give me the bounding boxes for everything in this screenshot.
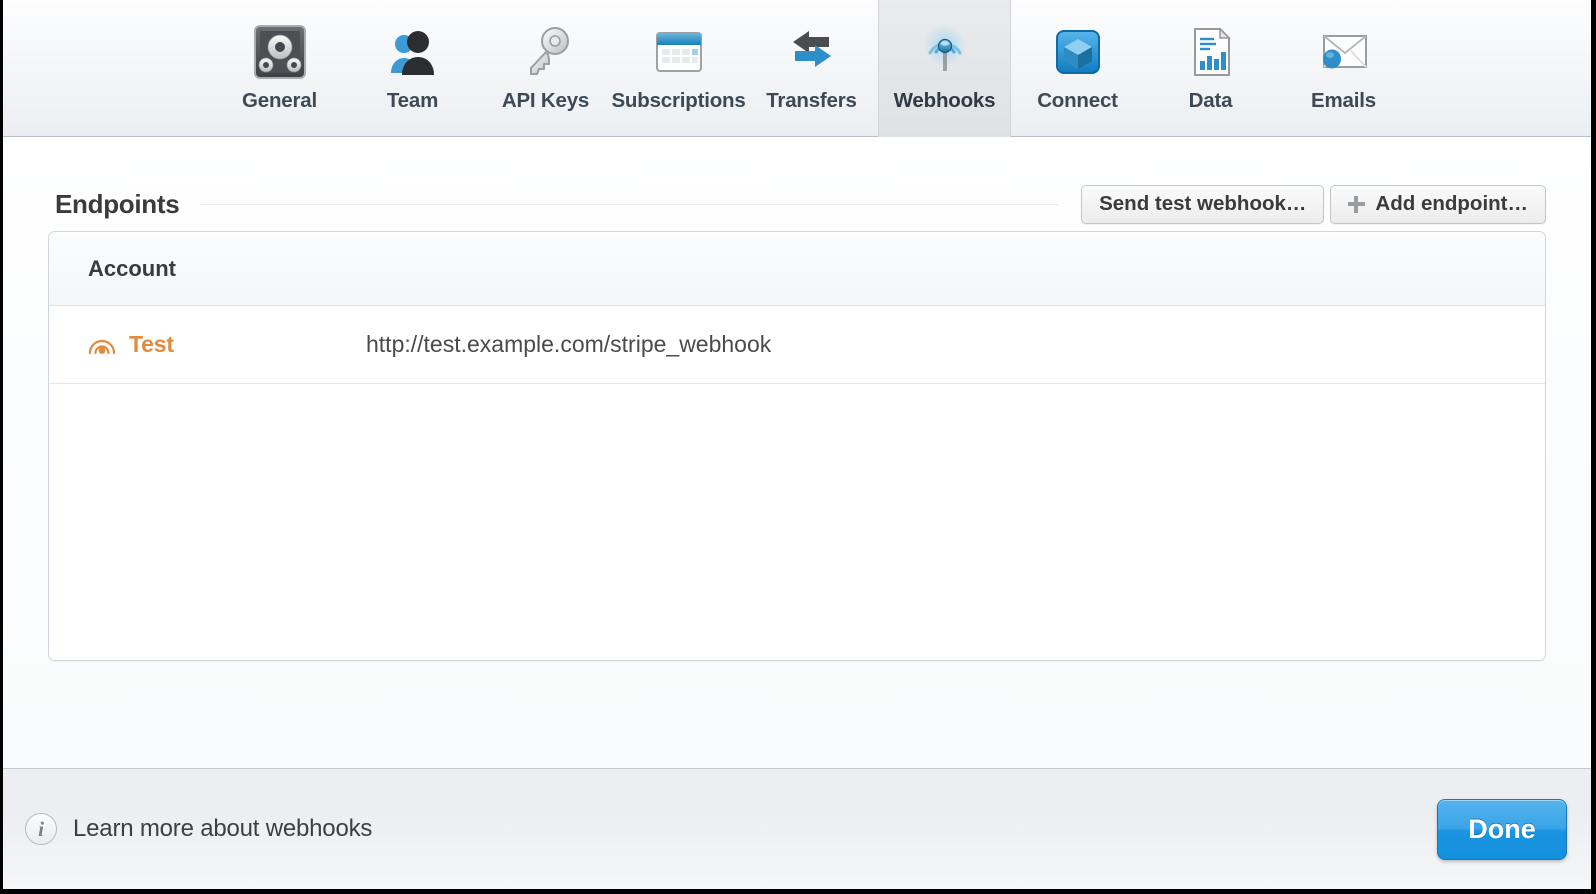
tab-subscriptions[interactable]: Subscriptions	[611, 0, 746, 137]
tab-label: API Keys	[501, 89, 590, 112]
broadcast-icon	[914, 21, 976, 83]
content-area: Endpoints Send test webhook… Add endpoin…	[3, 137, 1591, 768]
tab-team[interactable]: Team	[346, 0, 479, 137]
tab-transfers[interactable]: Transfers	[745, 0, 878, 137]
account-name: Test	[129, 331, 174, 357]
document-chart-icon	[1180, 21, 1242, 83]
tab-data[interactable]: Data	[1144, 0, 1277, 137]
header-actions: Send test webhook… Add endpoint…	[1081, 184, 1546, 224]
tab-webhooks[interactable]: Webhooks	[878, 0, 1011, 137]
tab-connect[interactable]: Connect	[1011, 0, 1144, 137]
key-icon	[515, 21, 577, 83]
tab-label: Emails	[1311, 89, 1376, 112]
arrows-icon	[781, 21, 843, 83]
people-icon	[382, 21, 444, 83]
table-empty-space	[49, 384, 1545, 660]
table-header-row: Account	[49, 232, 1545, 306]
broadcast-icon	[87, 330, 117, 360]
learn-more-label: Learn more about webhooks	[73, 815, 373, 842]
tab-label: Subscriptions	[611, 89, 746, 112]
section-header: Endpoints Send test webhook… Add endpoin…	[48, 137, 1546, 224]
envelope-icon	[1313, 21, 1375, 83]
tab-label: Connect	[1037, 89, 1118, 112]
send-test-webhook-label: Send test webhook…	[1099, 192, 1307, 215]
learn-more-link[interactable]: i Learn more about webhooks	[25, 813, 372, 845]
cell-account: Test	[49, 330, 349, 360]
tab-label: General	[242, 89, 317, 112]
calendar-icon	[648, 21, 710, 83]
gear-icon	[249, 21, 311, 83]
column-header-account: Account	[88, 255, 176, 281]
page-title: Endpoints	[55, 188, 180, 219]
endpoint-url: http://test.example.com/stripe_webhook	[366, 331, 772, 357]
toolbar: General Team API Keys Subscriptions Tran…	[3, 0, 1591, 137]
footer-bar: i Learn more about webhooks Done	[3, 768, 1591, 889]
info-icon: i	[25, 813, 57, 845]
send-test-webhook-button[interactable]: Send test webhook…	[1081, 184, 1325, 224]
plus-icon	[1348, 195, 1366, 213]
settings-window: General Team API Keys Subscriptions Tran…	[0, 0, 1596, 894]
tab-label: Webhooks	[893, 89, 996, 112]
add-endpoint-label: Add endpoint…	[1375, 192, 1528, 215]
tab-label: Data	[1188, 89, 1233, 112]
add-endpoint-button[interactable]: Add endpoint…	[1330, 184, 1546, 224]
cube-icon	[1047, 21, 1109, 83]
tab-label: Transfers	[766, 89, 857, 112]
endpoints-table: Account Test http://test.example.com/str…	[48, 231, 1546, 661]
done-button[interactable]: Done	[1437, 798, 1567, 860]
tab-api-keys[interactable]: API Keys	[479, 0, 612, 137]
table-row[interactable]: Test http://test.example.com/stripe_webh…	[49, 306, 1545, 384]
header-divider	[201, 203, 1060, 205]
tab-label: Team	[386, 89, 439, 112]
done-button-label: Done	[1468, 813, 1536, 844]
tab-general[interactable]: General	[213, 0, 346, 137]
tab-emails[interactable]: Emails	[1277, 0, 1410, 137]
